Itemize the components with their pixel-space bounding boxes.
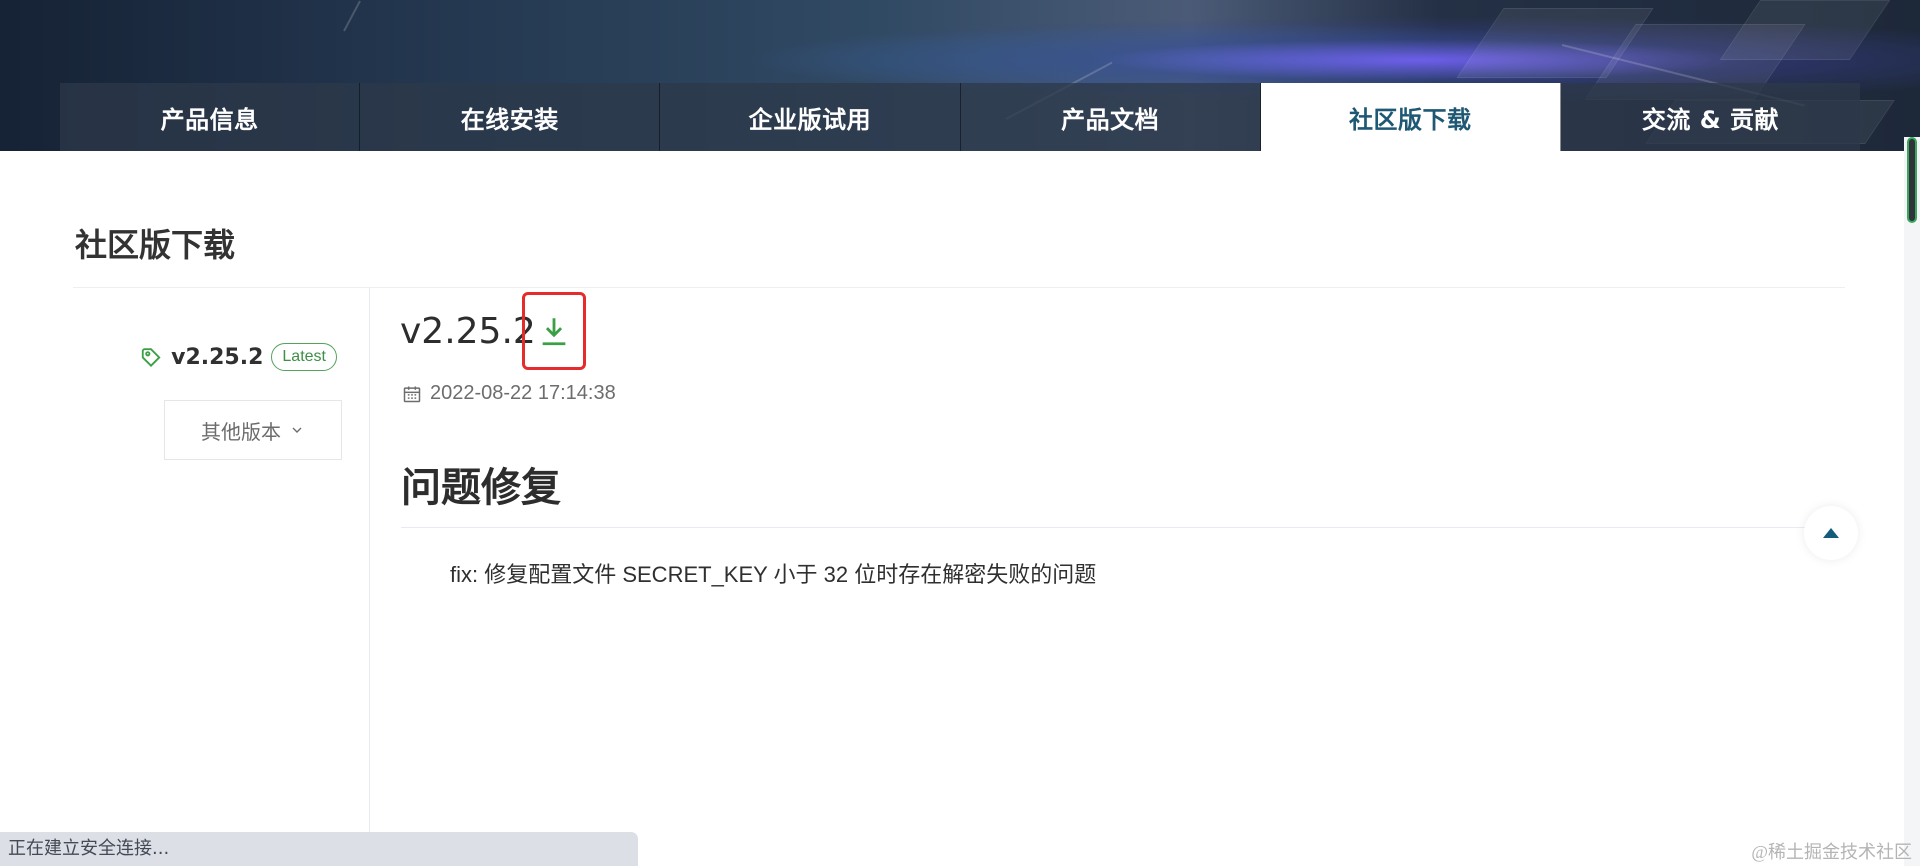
section-divider [401,527,1831,528]
latest-badge: Latest [271,343,337,371]
page-title: 社区版下载 [75,226,236,264]
tab-community-download[interactable]: 社区版下载 [1260,83,1561,151]
current-version: v2.25.2 [171,344,264,370]
tag-icon [139,345,163,369]
fix-item: fix: 修复配置文件 SECRET_KEY 小于 32 位时存在解密失败的问题 [450,562,1097,587]
download-icon [537,314,571,348]
tab-online-install[interactable]: 在线安装 [360,83,661,151]
vertical-scrollbar[interactable] [1904,137,1920,866]
tab-product-docs[interactable]: 产品文档 [960,83,1261,151]
release-date: 2022-08-22 17:14:38 [402,382,616,405]
download-button[interactable] [522,292,586,370]
tab-product-info[interactable]: 产品信息 [60,83,361,151]
release-sidebar: v2.25.2 Latest 其他版本 [73,288,370,866]
banner-decoration [343,0,361,32]
browser-status-bar: 正在建立安全连接... [0,832,638,866]
back-to-top-button[interactable] [1804,506,1858,560]
banner-decoration [1719,0,1891,60]
release-header: v2.25.2 [400,312,536,352]
chevron-down-icon [289,422,305,438]
tab-community-contribute[interactable]: 交流 & 贡献 [1560,83,1861,151]
release-date-text: 2022-08-22 17:14:38 [430,382,616,404]
tab-enterprise-trial[interactable]: 企业版试用 [660,83,961,151]
main-tab-nav: 产品信息 在线安装 企业版试用 产品文档 社区版下载 交流 & 贡献 [60,83,1861,151]
other-versions-button[interactable]: 其他版本 [164,400,342,460]
other-versions-label: 其他版本 [201,421,281,444]
release-version: v2.25.2 [400,311,536,352]
current-version-tag: v2.25.2 Latest [139,343,337,371]
watermark: @稀土掘金技术社区 [1751,842,1912,862]
bug-fix-section-title: 问题修复 [401,465,561,511]
scrollbar-thumb[interactable] [1907,137,1917,223]
calendar-icon [402,384,422,404]
arrow-up-icon [1820,525,1842,541]
